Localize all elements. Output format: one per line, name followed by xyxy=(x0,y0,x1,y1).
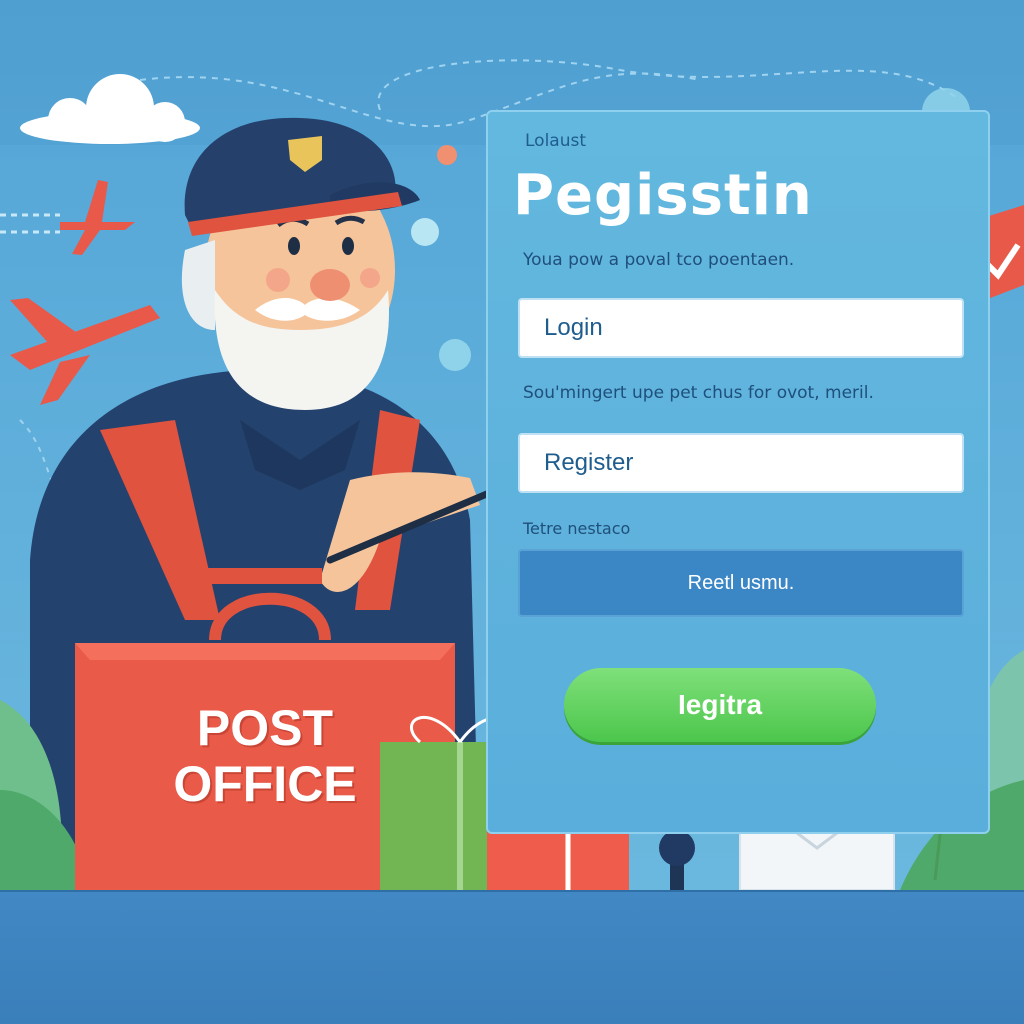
bag-label: POST OFFICE xyxy=(173,700,357,812)
register-field[interactable]: Register xyxy=(518,433,964,493)
submit-button[interactable]: Iegitra xyxy=(564,668,876,742)
airplane-icon xyxy=(10,298,160,405)
login-field-value: Login xyxy=(544,314,603,341)
mail-post-icon xyxy=(659,830,695,890)
login-field[interactable]: Login xyxy=(518,298,964,358)
field-hint: Sou'mingert upe pet chus for ovot, meril… xyxy=(523,383,874,403)
page-title: Pegisstin xyxy=(513,163,813,228)
form-kicker: Lolaust xyxy=(525,131,587,151)
airplane-icon xyxy=(60,180,135,255)
submit-button-label: Iegitra xyxy=(677,689,763,720)
footer-band xyxy=(0,892,1024,1024)
cloud-icon xyxy=(20,74,200,144)
register-field-value: Register xyxy=(544,449,634,476)
reset-button[interactable]: Reetl usmu. xyxy=(518,549,964,617)
form-subtitle: Youa pow a poval tco poentaen. xyxy=(523,250,795,270)
field-hint-2: Tetre nestaco xyxy=(523,519,631,538)
reset-button-label: Reetl usmu. xyxy=(687,571,795,594)
